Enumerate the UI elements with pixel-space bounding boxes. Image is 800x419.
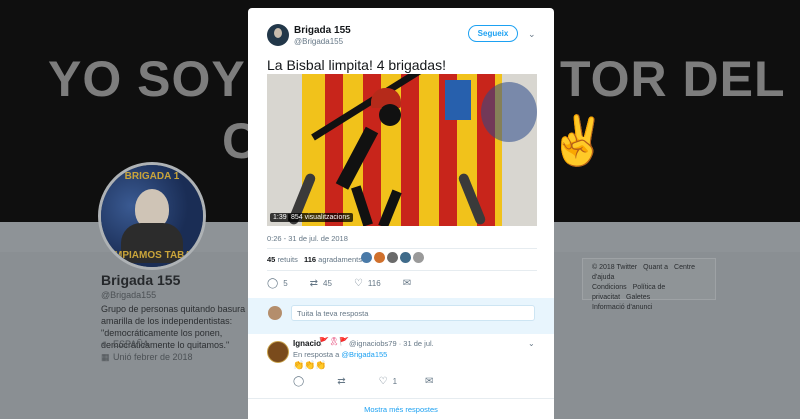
chevron-down-icon[interactable]: ⌄ (528, 339, 535, 348)
reply-actions: ◯ ⇄ ♡ 1 ✉ (293, 376, 466, 387)
tweet-modal: Brigada 155 @Brigada155 Segueix ⌄ La Bis… (248, 8, 554, 419)
mail-icon: ✉ (402, 278, 412, 289)
reply-count: 5 (283, 279, 288, 288)
footer-links: © 2018 Twitter Quant a Centre d'ajuda Cond… (592, 263, 707, 313)
tweet-video[interactable]: 1:39 854 visualitzacions (267, 74, 537, 226)
tweet-timestamp[interactable]: 0:26 - 31 de jul. de 2018 (267, 234, 348, 243)
heart-icon: ♡ (378, 376, 388, 387)
show-more-replies[interactable]: Mostra més respostes (248, 398, 554, 419)
liker-avatar[interactable] (387, 252, 398, 263)
divider (267, 270, 537, 271)
video-views: 854 visualitzacions (288, 213, 353, 222)
reply-author-avatar[interactable] (267, 341, 289, 363)
retweet-icon: ⇄ (309, 278, 319, 289)
in-reply-to-link[interactable]: @Brigada155 (341, 350, 387, 359)
profile-location-text: ESPAÑA (113, 339, 149, 349)
reply-text: 👏👏👏 (293, 360, 327, 370)
liker-avatar[interactable] (413, 252, 424, 263)
divider (267, 248, 537, 249)
peace-hand-icon: ✌ (548, 115, 608, 168)
profile-handle[interactable]: @Brigada155 (101, 290, 156, 300)
profile-name[interactable]: Brigada 155 (101, 272, 180, 288)
author-handle[interactable]: @Brigada155 (294, 37, 343, 46)
reply-author-flags: 🚩🎗🚩 (319, 337, 350, 346)
liker-avatar[interactable] (400, 252, 411, 263)
mail-icon: ✉ (425, 376, 434, 387)
retweets-count[interactable]: 45 (267, 255, 275, 264)
stripe (401, 74, 419, 226)
like-action[interactable]: ♡ 1 (379, 376, 397, 387)
likers-avatars[interactable] (361, 252, 424, 263)
estelada-flag (445, 80, 471, 120)
like-count: 116 (367, 279, 381, 288)
in-reply-prefix: En resposta a (293, 350, 340, 359)
reply-author-handle[interactable]: @ignaciobs79 · 31 de jul. (349, 339, 434, 348)
retweet-icon: ⇄ (337, 376, 346, 387)
profile-location: ⌖ ESPAÑA (101, 339, 149, 350)
viewer-avatar (268, 306, 282, 320)
likes-count[interactable]: 116 (304, 255, 316, 264)
liker-avatar[interactable] (361, 252, 372, 263)
heart-icon: ♡ (353, 278, 363, 289)
profile-joined: ▦ Unió febrer de 2018 (101, 352, 193, 363)
reply-action[interactable]: ◯ (293, 376, 309, 387)
author-name[interactable]: Brigada 155 (294, 25, 351, 36)
reply-icon: ◯ (267, 278, 279, 289)
message-action[interactable]: ✉ (403, 278, 416, 289)
reply-compose-area: Tuita la teva resposta (248, 298, 554, 334)
footer-link-ads[interactable]: Informació d'anunci (592, 304, 652, 311)
retweets-label: retuits (277, 255, 298, 264)
author-avatar[interactable] (267, 24, 289, 46)
reply-input[interactable]: Tuita la teva resposta (291, 305, 535, 321)
like-count: 1 (392, 377, 398, 386)
likes-label: agradaments (318, 255, 362, 264)
tweet-stats: 45 retuits 116 agradaments (267, 255, 366, 264)
retweet-action[interactable]: ⇄ (337, 376, 350, 387)
message-action[interactable]: ✉ (425, 376, 438, 387)
like-action[interactable]: ♡ 116 (354, 278, 381, 289)
footer-link-cookies[interactable]: Galetes (626, 294, 650, 301)
banner-text-right: TOR DEL (560, 51, 786, 107)
reply-action[interactable]: ◯ 5 (267, 278, 288, 289)
footer-link-terms[interactable]: Condicions (592, 284, 627, 291)
chevron-down-icon[interactable]: ⌄ (528, 29, 536, 40)
profile-joined-text: Unió febrer de 2018 (113, 352, 193, 362)
video-duration: 1:39 (270, 213, 290, 222)
avatar-top-text: BRIGADA 1 (124, 171, 180, 182)
profile-avatar[interactable]: BRIGADA 1 LIMPIAMOS TABAR (98, 162, 206, 270)
reply-author-name[interactable]: Ignacio (293, 339, 321, 348)
liker-avatar[interactable] (374, 252, 385, 263)
calendar-icon: ▦ (101, 352, 110, 362)
eu-stars (481, 82, 537, 142)
figure-head (379, 104, 401, 126)
tweet-actions: ◯ 5 ⇄ 45 ♡ 116 ✉ (267, 278, 438, 289)
pin-icon: ⌖ (101, 339, 107, 349)
retweet-count: 45 (323, 279, 332, 288)
footer-link-about[interactable]: Quant a (643, 264, 668, 271)
avatar-bottom-text: LIMPIAMOS TABAR (105, 250, 199, 261)
stripe (325, 74, 343, 226)
follow-button[interactable]: Segueix (468, 25, 518, 42)
footer-copyright: © 2018 Twitter (592, 264, 638, 271)
retweet-action[interactable]: ⇄ 45 (310, 278, 332, 289)
banner-text-left: YO SOY (48, 51, 246, 107)
in-reply-to: En resposta a @Brigada155 (293, 350, 387, 359)
reply-icon: ◯ (293, 376, 305, 387)
tweet-text: La Bisbal limpita! 4 brigadas! (267, 57, 446, 73)
